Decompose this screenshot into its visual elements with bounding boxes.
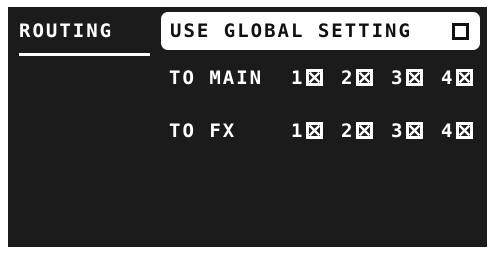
checkmark-x-icon [459, 72, 470, 83]
use-global-setting-checkbox[interactable] [452, 23, 469, 40]
checkmark-x-icon [309, 72, 320, 83]
route-label-to-main: TO MAIN [169, 67, 264, 89]
channel-number: 2 [341, 67, 355, 89]
channel-checkbox[interactable] [306, 69, 323, 86]
route-row-to-main: TO MAIN 1 2 3 4 [169, 66, 487, 92]
channel-checkbox[interactable] [406, 69, 423, 86]
route-row-to-fx: TO FX 1 2 3 4 [169, 119, 487, 145]
checkmark-x-icon [309, 125, 320, 136]
route-label-to-fx: TO FX [169, 120, 237, 142]
tab-routing[interactable]: ROUTING [19, 19, 113, 43]
channel-number: 1 [291, 120, 305, 142]
channel-checkbox[interactable] [456, 69, 473, 86]
channel-checkbox[interactable] [356, 69, 373, 86]
channel-checkbox[interactable] [306, 122, 323, 139]
checkmark-x-icon [409, 125, 420, 136]
channel-number: 4 [441, 67, 455, 89]
use-global-setting-label: USE GLOBAL SETTING [170, 20, 412, 42]
checkmark-x-icon [359, 125, 370, 136]
checkmark-x-icon [409, 72, 420, 83]
channel-checkbox[interactable] [456, 122, 473, 139]
channel-checkbox[interactable] [356, 122, 373, 139]
tab-active-underline [19, 53, 150, 56]
channel-number: 3 [391, 67, 405, 89]
routing-screen: ROUTING USE GLOBAL SETTING TO MAIN 1 2 3… [8, 7, 487, 247]
checkmark-x-icon [459, 125, 470, 136]
checkmark-x-icon [359, 72, 370, 83]
channel-checkbox[interactable] [406, 122, 423, 139]
use-global-setting-toggle[interactable]: USE GLOBAL SETTING [161, 12, 480, 50]
channel-number: 2 [341, 120, 355, 142]
channel-number: 4 [441, 120, 455, 142]
channel-number: 3 [391, 120, 405, 142]
channel-number: 1 [291, 67, 305, 89]
